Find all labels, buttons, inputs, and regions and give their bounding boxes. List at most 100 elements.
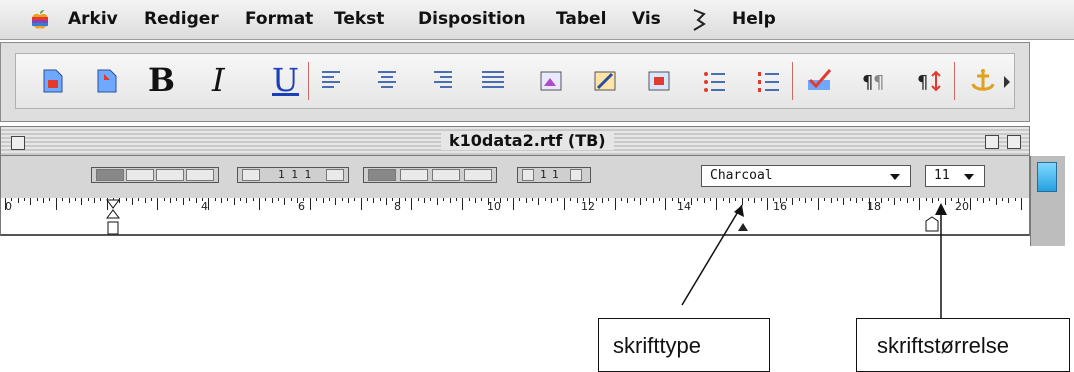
menu-tekst[interactable]: Tekst: [334, 9, 384, 29]
ruler-tick: [81, 198, 83, 205]
tab-center-control[interactable]: [400, 169, 428, 181]
ruler-tick: [125, 198, 127, 201]
svg-text:¶: ¶: [917, 72, 928, 93]
tab-decimal-control[interactable]: [464, 169, 492, 181]
ruler-tick: [913, 198, 915, 201]
bold-button[interactable]: B: [148, 62, 175, 98]
ruler-tick: [659, 198, 661, 201]
new-document-icon[interactable]: [38, 66, 68, 96]
toolbar: B I U ¶ ¶ ¶: [0, 42, 1030, 122]
ruler-tick: [1001, 198, 1003, 201]
ruler-tick: [354, 198, 356, 201]
paragraph-spacing-icon[interactable]: ¶: [914, 66, 944, 96]
ruler-tick: [417, 198, 419, 201]
ruler[interactable]: 0 4 6 8 10 12 14 16 18 20: [0, 198, 1030, 236]
ruler-tick: [633, 198, 635, 201]
menu-arkiv[interactable]: Arkiv: [68, 9, 118, 29]
indent-marker-icon[interactable]: [105, 198, 121, 238]
ruler-tick: [906, 198, 908, 203]
anchor-icon[interactable]: [968, 66, 998, 96]
ruler-tick: [665, 198, 667, 210]
ruler-tick: [290, 198, 292, 201]
align-justify-control[interactable]: [186, 169, 214, 181]
ruler-tick: [182, 198, 184, 205]
ruler-tick: [411, 198, 413, 210]
ruler-tick: [849, 198, 851, 201]
ruler-tick: [468, 198, 470, 201]
apple-menu-icon[interactable]: [30, 9, 50, 31]
scroll-thumb[interactable]: [1037, 162, 1057, 192]
ruler-tick: [474, 198, 476, 203]
ruler-tick: [233, 198, 235, 205]
ruler-tick: [386, 198, 387, 205]
ruler-tick: [735, 198, 737, 201]
ruler-tick: [271, 198, 273, 203]
right-margin-marker-icon[interactable]: [925, 216, 939, 232]
ruler-tick: [481, 198, 483, 201]
underline-button[interactable]: U: [272, 62, 299, 98]
show-invisibles-icon[interactable]: ¶ ¶: [858, 66, 888, 96]
ruler-tick: [462, 198, 464, 210]
menu-tabel[interactable]: Tabel: [556, 9, 606, 29]
ruler-tick: [722, 198, 724, 201]
ruler-tick: [1014, 198, 1016, 201]
spacing-increase-control[interactable]: [326, 169, 344, 181]
spacing-decrease-control[interactable]: [242, 169, 260, 181]
ruler-tick: [570, 198, 572, 201]
align-right-control[interactable]: [156, 169, 184, 181]
tab-stop-marker-icon[interactable]: [737, 220, 749, 232]
ruler-tick: [373, 198, 375, 203]
ruler-tick: [328, 198, 330, 201]
menu-vis[interactable]: Vis: [632, 9, 661, 29]
insert-image-icon[interactable]: [536, 66, 566, 96]
menu-format[interactable]: Format: [245, 9, 313, 29]
align-left-icon[interactable]: [318, 66, 348, 96]
insert-object-icon[interactable]: [644, 66, 674, 96]
ruler-number: 0: [5, 200, 12, 213]
chevron-down-icon: [964, 174, 974, 180]
ruler-tick: [62, 198, 64, 201]
ruler-tick: [951, 198, 953, 201]
tab-left-control[interactable]: [368, 169, 396, 181]
align-center-icon[interactable]: [372, 66, 402, 96]
ruler-tick: [360, 198, 362, 210]
justify-icon[interactable]: [478, 66, 508, 96]
ruler-tick: [195, 198, 197, 203]
vertical-scrollbar[interactable]: [1030, 156, 1065, 246]
size-select[interactable]: 11: [925, 165, 985, 187]
zoom-box-icon[interactable]: [985, 135, 999, 149]
ruler-tick: [836, 198, 838, 201]
font-select[interactable]: Charcoal: [701, 165, 911, 187]
ruler-tick: [87, 198, 89, 201]
ruler-tick: [443, 198, 445, 201]
close-box-icon[interactable]: [11, 136, 25, 150]
ruler-tick: [989, 198, 991, 201]
toolbar-scroll-right-icon[interactable]: [1004, 76, 1010, 88]
spacing-after-control[interactable]: [570, 169, 582, 181]
italic-button[interactable]: I: [212, 62, 225, 98]
menu-help[interactable]: Help: [732, 9, 776, 29]
ruler-tick: [176, 198, 178, 201]
bullet-list-icon[interactable]: [700, 66, 730, 96]
spacing-before-control[interactable]: [522, 169, 534, 181]
ruler-tick: [970, 198, 972, 210]
align-left-control[interactable]: [96, 169, 124, 181]
align-right-icon[interactable]: [426, 66, 456, 96]
size-callout: skriftstørrelse: [856, 318, 1070, 372]
spellcheck-icon[interactable]: [804, 66, 834, 96]
numbered-list-icon[interactable]: [754, 66, 784, 96]
script-menu-icon[interactable]: [688, 8, 708, 32]
menu-rediger[interactable]: Rediger: [144, 9, 219, 29]
ruler-number: 18: [867, 200, 881, 213]
menu-bar: Arkiv Rediger Format Tekst Disposition T…: [0, 0, 1074, 40]
tab-right-control[interactable]: [432, 169, 460, 181]
ruler-tick: [341, 198, 343, 201]
title-bar[interactable]: k10data2.rtf (TB): [0, 126, 1030, 156]
ruler-tick: [919, 198, 921, 210]
menu-disposition[interactable]: Disposition: [418, 9, 526, 29]
collapse-box-icon[interactable]: [1007, 135, 1021, 149]
ruler-tick: [405, 198, 407, 201]
align-center-control[interactable]: [126, 169, 154, 181]
edit-image-icon[interactable]: [590, 66, 620, 96]
open-document-icon[interactable]: [92, 66, 122, 96]
